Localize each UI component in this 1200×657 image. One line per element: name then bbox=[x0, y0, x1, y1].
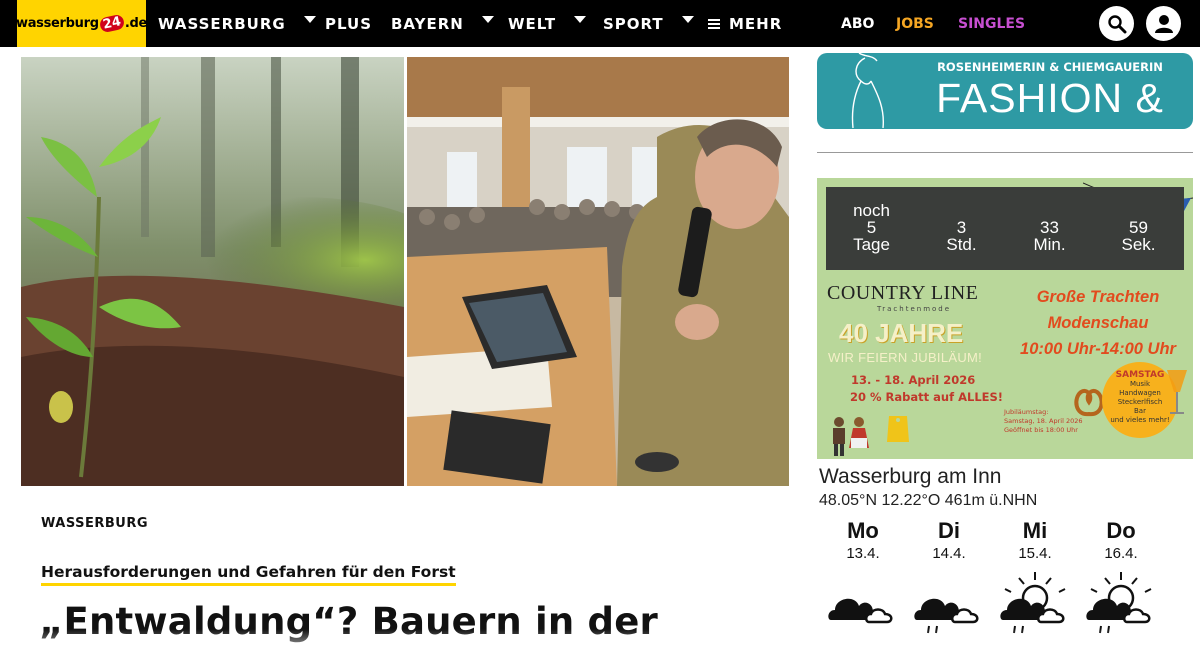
fashion-figure-illustration bbox=[851, 53, 885, 129]
weather-day-do: Do 16.4. bbox=[1081, 518, 1161, 562]
nav-link-abo[interactable]: ABO bbox=[841, 0, 874, 47]
countdown-timer: noch 5 Tage 3 Std. 33 Min. 59 Sek. bbox=[826, 187, 1184, 270]
user-icon bbox=[1154, 14, 1173, 33]
nav-item-wasserburg[interactable]: WASSERBURG bbox=[158, 0, 316, 47]
weather-day-name: Di bbox=[938, 518, 960, 543]
country-line-ad[interactable]: noch 5 Tage 3 Std. 33 Min. 59 Sek. COUNT… bbox=[817, 178, 1193, 459]
countdown-days-value: 5 bbox=[866, 218, 877, 237]
countdown-minutes: 33 Min. bbox=[1022, 219, 1077, 253]
fashion-show-line: Große Trachten bbox=[1036, 288, 1160, 306]
sun-cloud-rain-icon bbox=[1000, 572, 1066, 634]
weather-day-di: Di 14.4. bbox=[909, 518, 989, 562]
nav-link-jobs[interactable]: JOBS bbox=[896, 0, 934, 47]
nav-label: BAYERN bbox=[391, 14, 464, 33]
speaker-meeting-photo[interactable] bbox=[407, 57, 789, 486]
nav-item-mehr[interactable]: MEHR bbox=[708, 0, 782, 47]
nav-label: SINGLES bbox=[958, 15, 1026, 32]
chevron-down-icon[interactable] bbox=[481, 16, 494, 23]
site-logo[interactable]: wasserburg 24 .de bbox=[15, 0, 148, 47]
fashion-show-line: 10:00 Uhr-14:00 Uhr bbox=[1020, 340, 1176, 358]
weather-day-mo: Mo 13.4. bbox=[823, 518, 903, 562]
nav-link-singles[interactable]: SINGLES bbox=[958, 0, 1025, 47]
cloudy-icon bbox=[828, 598, 893, 624]
weather-day-date: 15.4. bbox=[1018, 545, 1052, 562]
countdown-seconds-value: 59 bbox=[1129, 218, 1148, 237]
menu-icon bbox=[708, 17, 720, 31]
couple-illustration bbox=[833, 417, 869, 456]
anniversary-subtitle: WIR FEIERN JUBILÄUM! bbox=[828, 350, 983, 365]
account-button[interactable] bbox=[1146, 6, 1181, 41]
weather-coordinates: 48.05°N 12.22°O 461m ü.NHN bbox=[819, 492, 1038, 509]
weather-city: Wasserburg am Inn bbox=[819, 465, 1002, 488]
weather-day-date: 14.4. bbox=[932, 545, 966, 562]
nav-label: PLUS bbox=[325, 14, 373, 33]
jubilee-line: Samstag, 18. April 2026 bbox=[1004, 417, 1083, 425]
countdown-minutes-label: Min. bbox=[1033, 235, 1066, 254]
sidebar-divider bbox=[817, 152, 1193, 153]
top-navigation: wasserburg 24 .de WASSERBURG PLUS BAYERN W… bbox=[0, 0, 1200, 47]
nav-label: JOBS bbox=[896, 15, 934, 32]
fashion-show-line: Modenschau bbox=[1047, 314, 1149, 332]
logo-prefix: wasserburg bbox=[15, 16, 99, 31]
countdown-minutes-value: 33 bbox=[1040, 218, 1059, 237]
article-headline[interactable]: „Entwaldung“? Bauern in der bbox=[39, 600, 658, 643]
weather-day-date: 16.4. bbox=[1104, 545, 1138, 562]
weather-day-name: Mo bbox=[847, 518, 879, 543]
article-category[interactable]: WASSERBURG bbox=[41, 516, 148, 531]
weather-day-name: Do bbox=[1106, 518, 1136, 543]
search-button[interactable] bbox=[1099, 6, 1134, 41]
chevron-down-icon[interactable] bbox=[574, 16, 587, 23]
countdown-days-label: Tage bbox=[853, 235, 890, 254]
fashion-ad-subtitle: ROSENHEIMERIN & CHIEMGAUERIN bbox=[937, 60, 1163, 74]
weather-day-date: 13.4. bbox=[846, 545, 880, 562]
logo-suffix: .de bbox=[124, 16, 148, 31]
logo-badge: 24 bbox=[98, 13, 126, 34]
tag-icon bbox=[887, 416, 909, 442]
chevron-down-icon[interactable] bbox=[681, 16, 694, 23]
discount-text: 20 % Rabatt auf ALLES! bbox=[850, 390, 1004, 404]
nav-label: ABO bbox=[841, 15, 875, 32]
chevron-down-icon[interactable] bbox=[303, 16, 316, 23]
fashion-ad-title: FASHION & ART bbox=[936, 75, 1164, 129]
forest-seedling-photo[interactable] bbox=[21, 57, 404, 486]
fashion-show-text: Große Trachten Modenschau 10:00 Uhr-14:0… bbox=[1003, 284, 1193, 362]
country-line-subtitle: Trachtenmode bbox=[877, 305, 952, 313]
nav-label: WASSERBURG bbox=[158, 14, 286, 33]
countdown-hours: 3 Std. bbox=[934, 219, 989, 253]
country-line-brand: COUNTRY LINE bbox=[827, 282, 979, 304]
nav-label: MEHR bbox=[729, 14, 783, 33]
cloudy-rain-icon bbox=[914, 598, 979, 634]
nav-item-bayern[interactable]: BAYERN bbox=[391, 0, 494, 47]
countdown-seconds-label: Sek. bbox=[1121, 235, 1156, 254]
countdown-seconds: 59 Sek. bbox=[1111, 219, 1166, 253]
anniversary-title: 40 JAHRE bbox=[839, 318, 964, 348]
countdown-days: noch 5 Tage bbox=[844, 202, 899, 253]
article-kicker: Herausforderungen und Gefahren für den F… bbox=[41, 563, 456, 586]
countdown-hours-label: Std. bbox=[946, 235, 977, 254]
jubilee-line: Geöffnet bis 18:00 Uhr bbox=[1004, 426, 1078, 434]
nav-item-plus[interactable]: PLUS bbox=[325, 0, 372, 47]
nav-item-sport[interactable]: SPORT bbox=[603, 0, 694, 47]
weather-day-mi: Mi 15.4. bbox=[995, 518, 1075, 562]
weather-day-name: Mi bbox=[1022, 518, 1048, 543]
nav-label: WELT bbox=[508, 14, 557, 33]
nav-item-welt[interactable]: WELT bbox=[508, 0, 587, 47]
fashion-art-ad[interactable]: ROSENHEIMERIN & CHIEMGAUERIN FASHION & A… bbox=[817, 53, 1193, 129]
nav-label: SPORT bbox=[603, 14, 664, 33]
cocktail-glass-icon bbox=[1167, 370, 1187, 414]
countdown-days-prefix: noch bbox=[853, 201, 890, 220]
sun-cloud-rain-icon bbox=[1086, 572, 1152, 634]
event-dates: 13. - 18. April 2026 bbox=[851, 373, 976, 387]
search-icon bbox=[1107, 14, 1126, 33]
countdown-hours-value: 3 bbox=[956, 218, 967, 237]
